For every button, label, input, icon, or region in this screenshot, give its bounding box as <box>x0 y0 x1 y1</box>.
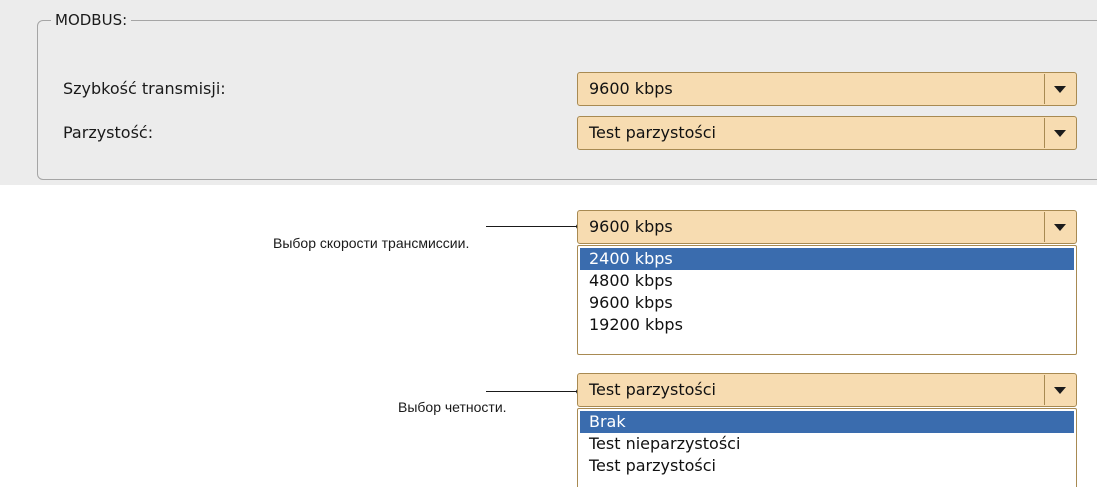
parity-option-odd[interactable]: Test nieparzystości <box>578 433 1076 455</box>
baud-rate-dropdown-button[interactable] <box>1044 74 1075 104</box>
parity-open-combo-value: Test parzystości <box>589 380 716 399</box>
baud-rate-options-list: 2400 kbps 4800 kbps 9600 kbps 19200 kbps <box>577 245 1077 355</box>
baud-option-9600[interactable]: 9600 kbps <box>578 292 1076 314</box>
baud-rate-combo[interactable]: 9600 kbps <box>577 72 1077 106</box>
modbus-panel: MODBUS: Szybkość transmisji: 9600 kbps P… <box>0 0 1097 185</box>
parity-open-combo[interactable]: Test parzystości <box>577 373 1077 407</box>
parity-options-list: Brak Test nieparzystości Test parzystośc… <box>577 408 1077 487</box>
baud-rate-open-dropdown-button[interactable] <box>1044 212 1075 242</box>
parity-combo-value: Test parzystości <box>589 123 716 142</box>
baud-option-19200[interactable]: 19200 kbps <box>578 314 1076 336</box>
parity-combo[interactable]: Test parzystości <box>577 116 1077 150</box>
parity-option-brak[interactable]: Brak <box>580 411 1074 433</box>
modbus-group-title: MODBUS: <box>51 10 132 30</box>
baud-option-2400[interactable]: 2400 kbps <box>580 248 1074 270</box>
baud-rate-label: Szybkość transmisji: <box>63 79 226 98</box>
baud-rate-combo-value: 9600 kbps <box>589 79 673 98</box>
baud-callout-line <box>486 226 580 227</box>
baud-callout-caption: Выбор скорости трансмиссии. <box>273 235 470 251</box>
chevron-down-icon <box>1054 129 1066 137</box>
chevron-down-icon <box>1054 85 1066 93</box>
parity-dropdown-button[interactable] <box>1044 118 1075 148</box>
baud-rate-open-combo-value: 9600 kbps <box>589 217 673 236</box>
parity-callout-line <box>486 391 580 392</box>
parity-open-dropdown-button[interactable] <box>1044 375 1075 405</box>
baud-option-4800[interactable]: 4800 kbps <box>578 270 1076 292</box>
parity-option-even[interactable]: Test parzystości <box>578 455 1076 477</box>
parity-callout-caption: Выбор четности. <box>398 399 507 415</box>
parity-label: Parzystość: <box>63 123 154 142</box>
chevron-down-icon <box>1054 223 1066 231</box>
chevron-down-icon <box>1054 386 1066 394</box>
baud-rate-open-combo[interactable]: 9600 kbps <box>577 210 1077 244</box>
